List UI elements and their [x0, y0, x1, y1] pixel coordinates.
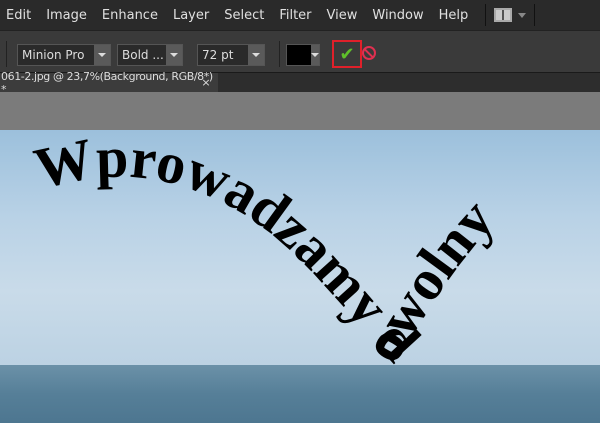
- curved-text-path: Wprowadzamy dowolny: [29, 124, 507, 373]
- curved-text[interactable]: Wprowadzamy dowolny: [29, 124, 507, 373]
- text-on-path-layer[interactable]: Wprowadzamy dowolny: [0, 0, 600, 423]
